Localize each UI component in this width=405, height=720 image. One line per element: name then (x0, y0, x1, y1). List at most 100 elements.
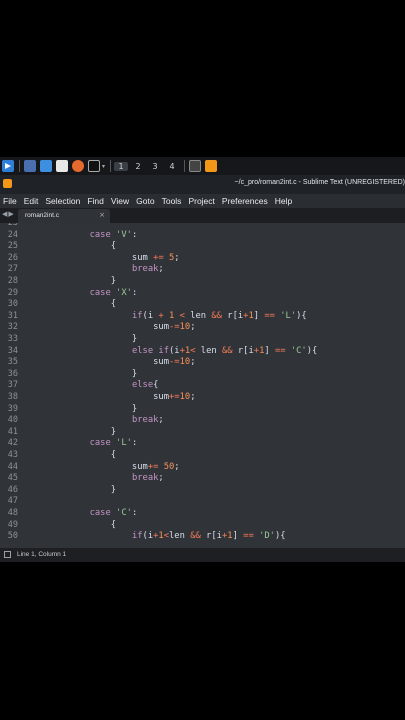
code-line[interactable]: 31 if(i + 1 < len && r[i+1] == 'L'){ (0, 311, 405, 323)
code-line[interactable]: 25 { (0, 241, 405, 253)
code-line[interactable]: 28 } (0, 276, 405, 288)
code-line[interactable]: 35 sum-=10; (0, 357, 405, 369)
code-text: if(i+1<len && r[i+1] == 'D'){ (131, 531, 286, 542)
code-line[interactable]: 43 { (0, 450, 405, 462)
code-line[interactable]: 48 case 'C': (0, 508, 405, 520)
workspace-3[interactable]: 3 (148, 162, 162, 171)
code-text: else{ (131, 380, 159, 391)
code-line[interactable]: 30 { (0, 299, 405, 311)
code-text: sum += 5; (26, 252, 180, 263)
title-bar: ~/c_pro/roman2int.c - Sublime Text (UNRE… (0, 175, 405, 195)
desktop-screen: ▾ 1 2 3 4 ~/c_pro/roman2int.c - Sublime … (0, 157, 405, 562)
code-line[interactable]: 39 } (0, 404, 405, 416)
line-number: 49 (7, 519, 18, 530)
menu-preferences[interactable]: Preferences (222, 196, 268, 206)
line-number: 46 (7, 484, 18, 495)
code-line[interactable]: 37 else{ (0, 380, 405, 392)
code-line[interactable]: 33 } (0, 334, 405, 346)
code-text: else if(i+1< len && r[i+1] == 'C'){ (131, 345, 318, 356)
line-number: 26 (7, 252, 18, 263)
line-number: 47 (7, 496, 18, 507)
code-line[interactable]: 34 else if(i+1< len && r[i+1] == 'C'){ (0, 346, 405, 358)
code-line[interactable]: 29 case 'X': (0, 288, 405, 300)
line-number: 41 (7, 426, 18, 437)
code-line[interactable]: 42 case 'L': (0, 438, 405, 450)
line-number: 33 (7, 334, 18, 344)
line-number: 43 (7, 450, 18, 460)
code-text: } (26, 426, 117, 437)
taskbar-separator (184, 160, 186, 172)
workspace-4[interactable]: 4 (165, 162, 179, 171)
code-line[interactable]: 27 break; (0, 264, 405, 276)
menu-edit[interactable]: Edit (24, 196, 39, 206)
taskbar-separator (110, 160, 112, 172)
menu-view[interactable]: View (111, 196, 129, 206)
tab-roman2int[interactable]: roman2int.c × (18, 209, 110, 223)
taskbar: ▾ 1 2 3 4 (0, 157, 405, 175)
line-number: 36 (7, 368, 18, 379)
sublime-icon[interactable] (205, 160, 218, 172)
window-icon[interactable] (189, 160, 202, 172)
terminal-icon[interactable] (24, 160, 36, 172)
code-text: { (26, 241, 117, 252)
code-line[interactable]: 41 } (0, 427, 405, 439)
code-line[interactable]: 23 (0, 223, 405, 230)
code-text: { (26, 450, 117, 460)
tab-nav-arrows-icon[interactable]: ◀▶ (2, 210, 15, 218)
line-number: 30 (7, 299, 18, 310)
menu-selection[interactable]: Selection (45, 196, 80, 206)
line-number: 37 (7, 380, 18, 391)
code-text: break; (131, 264, 164, 275)
code-text: } (26, 403, 138, 414)
code-text: sum+= 50; (26, 461, 180, 472)
menu-bar: File Edit Selection Find View Goto Tools… (0, 194, 405, 208)
line-number: 31 (7, 310, 18, 321)
code-text: case 'L': (89, 438, 138, 449)
code-line[interactable]: 24 case 'V': (0, 230, 405, 242)
code-line[interactable]: 38 sum+=10; (0, 392, 405, 404)
menu-help[interactable]: Help (275, 196, 292, 206)
code-line[interactable]: 40 break; (0, 415, 405, 427)
code-line[interactable]: 44 sum+= 50; (0, 462, 405, 474)
code-line[interactable]: 46 } (0, 485, 405, 497)
taskbar-separator (19, 160, 20, 172)
code-line[interactable]: 49 { (0, 520, 405, 532)
code-text: case 'X': (89, 287, 138, 298)
code-text: } (26, 334, 138, 344)
console-icon[interactable] (88, 160, 100, 172)
menu-file[interactable]: File (3, 196, 17, 206)
code-text: case 'C': (89, 508, 138, 518)
folder-icon[interactable] (40, 160, 52, 172)
code-line[interactable]: 45 break; (0, 473, 405, 485)
firefox-icon[interactable] (72, 160, 84, 172)
code-text: { (26, 519, 117, 530)
close-icon[interactable]: × (99, 211, 105, 219)
line-number: 40 (7, 415, 18, 426)
code-line[interactable]: 32 sum-=10; (0, 322, 405, 334)
line-number: 29 (7, 287, 18, 298)
menu-find[interactable]: Find (87, 196, 104, 206)
menu-goto[interactable]: Goto (136, 196, 154, 206)
line-number: 48 (7, 508, 18, 518)
panel-toggle-icon[interactable] (4, 551, 11, 558)
code-text: case 'V': (89, 229, 138, 240)
code-text: } (26, 484, 117, 495)
code-line[interactable]: 47 (0, 496, 405, 508)
line-number: 28 (7, 276, 18, 286)
menu-tools[interactable]: Tools (162, 196, 182, 206)
document-icon[interactable] (56, 160, 68, 172)
kde-menu-icon[interactable] (2, 160, 14, 172)
code-line[interactable]: 36 } (0, 369, 405, 381)
code-text: break; (131, 473, 164, 484)
menu-project[interactable]: Project (188, 196, 214, 206)
tab-label: roman2int.c (25, 212, 59, 219)
code-text: { (26, 299, 117, 310)
workspace-1[interactable]: 1 (114, 161, 129, 171)
code-text: if(i + 1 < len && r[i+1] == 'L'){ (131, 310, 307, 321)
code-line[interactable]: 50 if(i+1<len && r[i+1] == 'D'){ (0, 531, 405, 543)
chevron-down-icon[interactable]: ▾ (102, 163, 105, 170)
code-line[interactable]: 26 sum += 5; (0, 253, 405, 265)
code-editor[interactable]: 23 24 case 'V': 25 {26 sum += 5; 27 break; 2… (0, 223, 405, 548)
sublime-logo-icon (3, 179, 12, 188)
workspace-2[interactable]: 2 (131, 162, 145, 171)
